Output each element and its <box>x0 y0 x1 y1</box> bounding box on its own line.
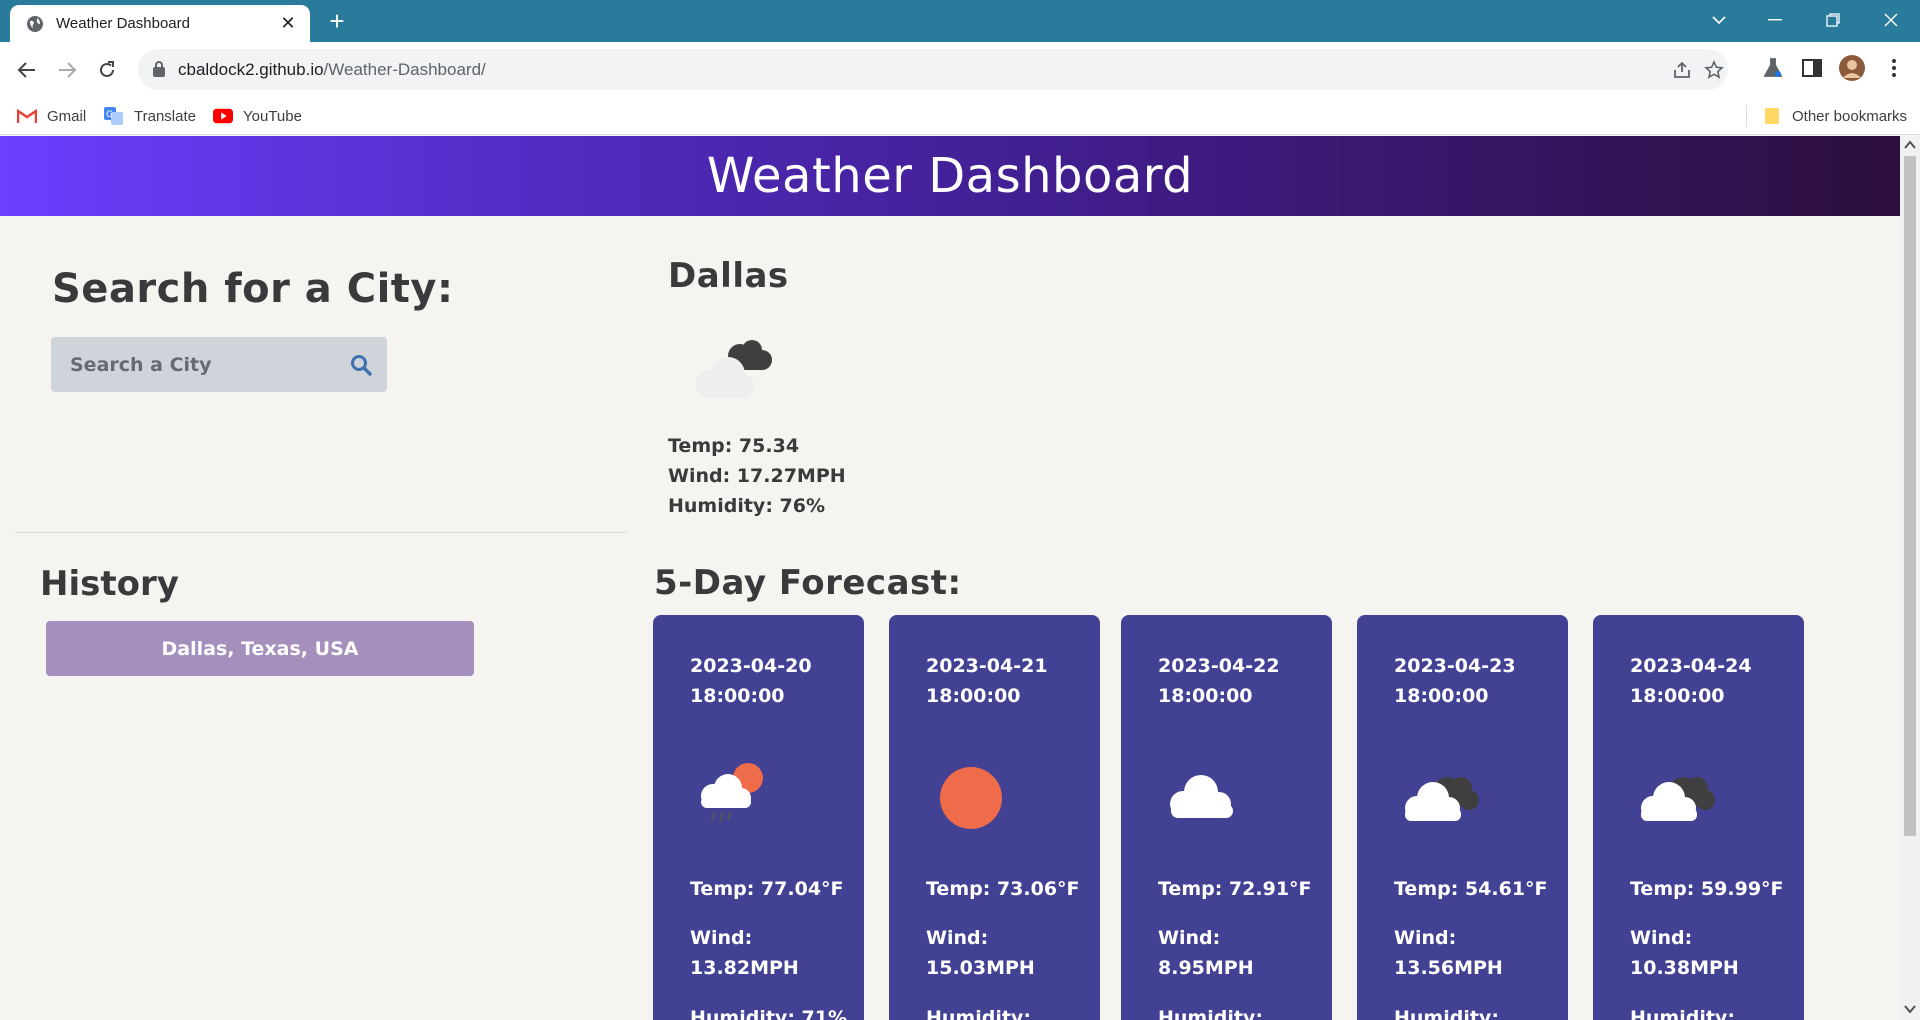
page-scrollbar[interactable] <box>1900 136 1920 1020</box>
address-bar[interactable]: cbaldock2.github.io/Weather-Dashboard/ <box>138 49 1728 90</box>
current-city-name: Dallas <box>668 256 789 296</box>
gmail-icon <box>17 108 37 124</box>
forward-icon[interactable] <box>51 54 83 86</box>
forecast-wind-label: Wind: <box>926 927 989 949</box>
other-bookmarks-label: Other bookmarks <box>1792 107 1908 125</box>
lock-icon <box>153 61 165 77</box>
avatar[interactable] <box>1838 54 1866 82</box>
youtube-icon <box>213 108 233 124</box>
forecast-wind: 13.82MPH <box>690 957 799 979</box>
bookmarks-separator <box>1746 105 1747 127</box>
cloud-icon <box>1170 775 1233 818</box>
forecast-wind-label: Wind: <box>1630 927 1693 949</box>
forecast-card: 2023-04-20 18:00:00 Temp: 77.04°F Wind: 1… <box>653 615 864 1020</box>
forecast-date: 2023-04-23 18:00:00 <box>1394 655 1516 707</box>
forecast-temp: Temp: 54.61°F <box>1394 878 1548 900</box>
close-tab-icon[interactable]: ✕ <box>278 13 298 34</box>
restore-icon[interactable] <box>1810 0 1856 40</box>
forecast-date: 2023-04-22 18:00:00 <box>1158 655 1280 707</box>
forecast-humidity: Humidity: <box>926 1007 1031 1020</box>
forecast-card: 2023-04-21 18:00:00 Temp: 73.06°F Wind: 1… <box>889 615 1100 1020</box>
current-wind: Wind: 17.27MPH <box>668 465 846 487</box>
search-heading: Search for a City: <box>52 266 454 312</box>
sidebar-divider <box>15 532 627 533</box>
forecast-temp: Temp: 59.99°F <box>1630 878 1784 900</box>
forecast-wind: 15.03MPH <box>926 957 1035 979</box>
forecast-wind-label: Wind: <box>690 927 753 949</box>
forecast-wind: 8.95MPH <box>1158 957 1254 979</box>
other-bookmarks[interactable]: Other bookmarks <box>1762 105 1907 127</box>
tab-search-icon[interactable] <box>1696 0 1742 40</box>
scroll-down-icon[interactable] <box>1904 1004 1916 1014</box>
page-viewport: Weather Dashboard Search for a City: His… <box>0 136 1900 1020</box>
search-icon[interactable] <box>349 353 373 377</box>
header-banner: Weather Dashboard <box>0 136 1900 216</box>
browser-tabstrip: Weather Dashboard ✕ + <box>0 0 1920 42</box>
rain-sun-icon <box>701 763 763 823</box>
forecast-wind: 10.38MPH <box>1630 957 1739 979</box>
forecast-heading: 5-Day Forecast: <box>654 563 962 603</box>
menu-kebab-icon[interactable] <box>1880 54 1908 82</box>
forecast-temp: Temp: 77.04°F <box>690 878 844 900</box>
tab-title: Weather Dashboard <box>56 15 190 32</box>
url-text: cbaldock2.github.io/Weather-Dashboard/ <box>178 60 486 79</box>
search-form <box>51 337 387 392</box>
history-item-button[interactable]: Dallas, Texas, USA <box>46 621 474 676</box>
cloud-broken-icon <box>696 340 772 398</box>
history-heading: History <box>40 564 179 604</box>
new-tab-button[interactable]: + <box>322 6 352 36</box>
cloud-broken-icon <box>1641 777 1715 821</box>
forecast-wind-label: Wind: <box>1394 927 1457 949</box>
bookmark-gmail[interactable]: Gmail <box>17 105 86 127</box>
forecast-wind: 13.56MPH <box>1394 957 1503 979</box>
browser-toolbar: cbaldock2.github.io/Weather-Dashboard/ <box>0 42 1920 97</box>
bookmarks-bar: Gmail G Translate YouTube Other bookmark… <box>0 97 1920 135</box>
bookmark-star-icon[interactable] <box>1702 58 1726 82</box>
back-icon[interactable] <box>11 54 43 86</box>
forecast-card: 2023-04-22 18:00:00 Temp: 72.91°F Wind: 8… <box>1121 615 1332 1020</box>
bookmark-label: YouTube <box>243 107 302 125</box>
translate-icon: G <box>104 107 124 125</box>
close-window-icon[interactable] <box>1868 0 1914 40</box>
svg-text:G: G <box>106 110 113 120</box>
folder-icon <box>1762 108 1782 124</box>
bookmark-translate[interactable]: G Translate <box>104 105 196 127</box>
share-icon[interactable] <box>1670 58 1694 82</box>
forecast-humidity: Humidity: <box>1630 1007 1735 1020</box>
reload-icon[interactable] <box>91 54 123 86</box>
bookmark-label: Gmail <box>47 107 87 125</box>
cloud-broken-icon <box>1405 777 1479 821</box>
side-panel-icon[interactable] <box>1798 54 1826 82</box>
forecast-date: 2023-04-21 18:00:00 <box>926 655 1048 707</box>
current-humidity: Humidity: 76% <box>668 495 826 517</box>
forecast-date: 2023-04-20 18:00:00 <box>690 655 812 707</box>
labs-flask-icon[interactable] <box>1759 54 1787 82</box>
sun-icon <box>940 767 1002 829</box>
scrollbar-thumb[interactable] <box>1904 156 1916 836</box>
current-temp: Temp: 75.34 <box>668 435 800 457</box>
bookmark-youtube[interactable]: YouTube <box>213 105 302 127</box>
forecast-wind-label: Wind: <box>1158 927 1221 949</box>
search-input[interactable] <box>51 337 341 392</box>
forecast-humidity: Humidity: <box>1158 1007 1263 1020</box>
scroll-up-icon[interactable] <box>1904 140 1916 150</box>
forecast-card: 2023-04-24 18:00:00 Temp: 59.99°F Wind: 1… <box>1593 615 1804 1020</box>
forecast-card: 2023-04-23 18:00:00 Temp: 54.61°F Wind: 1… <box>1357 615 1568 1020</box>
forecast-temp: Temp: 73.06°F <box>926 878 1080 900</box>
forecast-humidity: Humidity: <box>1394 1007 1499 1020</box>
forecast-temp: Temp: 72.91°F <box>1158 878 1312 900</box>
bookmark-label: Translate <box>134 107 196 125</box>
forecast-humidity: Humidity: 71% <box>690 1007 848 1020</box>
globe-icon <box>27 15 43 32</box>
forecast-date: 2023-04-24 18:00:00 <box>1630 655 1752 707</box>
minimize-icon[interactable] <box>1752 0 1798 40</box>
browser-tab[interactable]: Weather Dashboard ✕ <box>10 5 310 42</box>
page-title: Weather Dashboard <box>706 148 1194 204</box>
